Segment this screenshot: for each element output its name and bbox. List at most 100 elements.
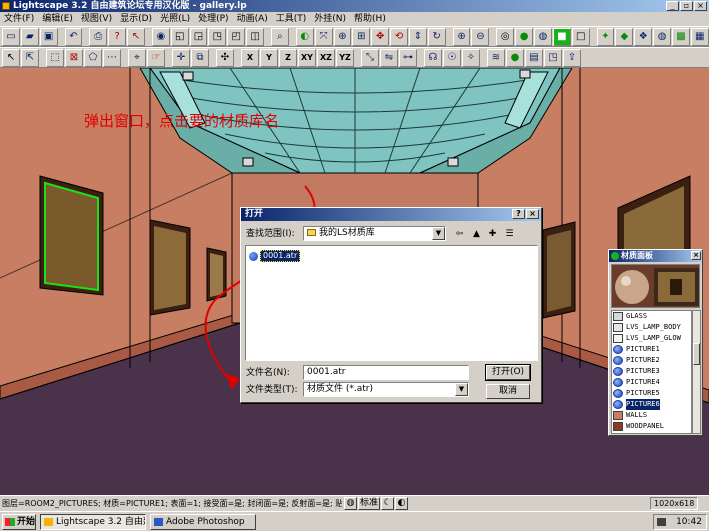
select-fence-icon[interactable]: ⋯	[103, 48, 121, 67]
task-photoshop[interactable]: Adobe Photoshop	[150, 514, 256, 530]
view-cube-left-icon[interactable]: ◳	[208, 27, 227, 46]
material-list-item[interactable]: GLASS	[612, 311, 691, 322]
cancel-button[interactable]: 取消	[486, 384, 530, 399]
material-list[interactable]: GLASS LVS_LAMP_BODY LVS_LAMP_GLOW PICTURE1 P…	[611, 310, 692, 434]
new-folder-icon[interactable]: ✚	[486, 228, 499, 241]
view-cube-top-icon[interactable]: ◫	[246, 27, 265, 46]
moon-icon[interactable]: ☾	[381, 497, 395, 510]
select-plus-icon[interactable]: ⇱	[21, 48, 39, 67]
zoom-out-icon[interactable]: ⊖	[471, 27, 490, 46]
zoom-in-icon[interactable]: ⊕	[452, 27, 471, 46]
help-icon[interactable]: ?	[108, 27, 127, 46]
materials-icon[interactable]: ▦	[690, 27, 709, 46]
snap-icon[interactable]: ⌖	[128, 48, 146, 67]
move-icon[interactable]: ✛	[172, 48, 190, 67]
solid-sphere-icon[interactable]: ●	[515, 27, 534, 46]
light-source-icon[interactable]: ✦	[596, 27, 615, 46]
file-item[interactable]: 0001.atr	[249, 250, 301, 262]
lamp-icon[interactable]: ☊	[424, 48, 442, 67]
layers-icon[interactable]: ≋	[487, 48, 505, 67]
up-folder-icon[interactable]: ▲	[470, 228, 483, 241]
wireframe-sphere-icon[interactable]: ◎	[496, 27, 515, 46]
material-list-item[interactable]: PICTURE5	[612, 388, 691, 399]
material-list-item[interactable]: PICTURE4	[612, 377, 691, 388]
menu-help[interactable]: 帮助(H)	[350, 12, 390, 26]
mode-icon[interactable]: ◍	[344, 497, 357, 510]
menu-plugins[interactable]: 外挂(N)	[310, 12, 350, 26]
axis-z-button[interactable]: Z	[279, 48, 297, 67]
globe-icon[interactable]: ◍	[653, 27, 671, 46]
material-panel-close-button[interactable]: ×	[691, 251, 701, 260]
white-cube-icon[interactable]: □	[571, 27, 590, 46]
eye-icon[interactable]: ◐	[295, 27, 314, 46]
zoom-window-icon[interactable]: ⊞	[352, 27, 371, 46]
scale-icon[interactable]: ⤡	[361, 48, 379, 67]
material-list-item[interactable]: PICTURE2	[612, 355, 691, 366]
back-icon[interactable]: ⇦	[453, 228, 466, 241]
plane-xz-button[interactable]: XZ	[317, 48, 335, 67]
camera-icon[interactable]: ◉	[151, 27, 170, 46]
tray-icon[interactable]	[657, 518, 666, 526]
menu-animation[interactable]: 动画(A)	[233, 12, 272, 26]
plane-xy-button[interactable]: XY	[298, 48, 316, 67]
menu-light[interactable]: 光照(L)	[156, 12, 194, 26]
new-file-icon[interactable]: ▭	[2, 27, 20, 46]
undo-icon[interactable]: ↶	[64, 27, 83, 46]
file-list[interactable]: 0001.atr	[245, 245, 538, 361]
select-polygon-icon[interactable]: ⬠	[84, 48, 102, 67]
zoom-icon[interactable]: ⊕	[333, 27, 352, 46]
close-button[interactable]: ×	[694, 1, 707, 11]
material-list-item[interactable]: LVS_LAMP_GLOW	[612, 333, 691, 344]
copy-icon[interactable]: ⧉	[191, 48, 209, 67]
select-window-icon[interactable]: ⬚	[46, 48, 64, 67]
save-icon[interactable]: ▣	[39, 27, 58, 46]
chevron-down-icon[interactable]: ▼	[432, 227, 445, 240]
pan-icon[interactable]: ✥	[371, 27, 390, 46]
view-cube-right-icon[interactable]: ◰	[227, 27, 246, 46]
minimize-button[interactable]: _	[666, 1, 679, 11]
shaded-sphere-icon[interactable]: ◍	[534, 27, 552, 46]
spotlight-icon[interactable]: ✧	[462, 48, 480, 67]
material-list-item[interactable]: PICTURE3	[612, 366, 691, 377]
dialog-help-button[interactable]: ?	[512, 209, 525, 219]
align-icon[interactable]: ⊶	[399, 48, 417, 67]
plane-yz-button[interactable]: YZ	[336, 48, 354, 67]
orbit-icon[interactable]: ⟲	[390, 27, 408, 46]
camera-views-icon[interactable]: ◳	[544, 48, 562, 67]
axis-x-button[interactable]: X	[241, 48, 259, 67]
export-icon[interactable]: ⇪	[563, 48, 581, 67]
material-list-item[interactable]: PICTURE1	[612, 344, 691, 355]
restore-button[interactable]: ▫	[680, 1, 693, 11]
lookin-dropdown[interactable]: 我的LS材质库 ▼	[303, 226, 446, 241]
walk-icon[interactable]: ⤧	[314, 27, 333, 46]
menu-display[interactable]: 显示(D)	[116, 12, 156, 26]
zoom-extents-icon[interactable]: ⌕	[270, 27, 289, 46]
material-list-item[interactable]: LVS_LAMP_BODY	[612, 322, 691, 333]
print-icon[interactable]: ⎙	[89, 27, 108, 46]
material-list-scrollbar[interactable]	[692, 310, 701, 434]
material-list-item[interactable]: WALLS	[612, 410, 691, 421]
filetype-dropdown[interactable]: 材质文件 (*.atr) ▼	[303, 382, 469, 397]
open-file-icon[interactable]: ▰	[20, 27, 39, 46]
material-ball-icon[interactable]: ●	[506, 48, 524, 67]
menu-file[interactable]: 文件(F)	[0, 12, 38, 26]
menu-tools[interactable]: 工具(T)	[272, 12, 311, 26]
menu-edit[interactable]: 编辑(E)	[38, 12, 77, 26]
task-lightscape[interactable]: Lightscape 3.2 自由建...	[40, 514, 146, 530]
blocks-icon[interactable]: ▤	[525, 48, 543, 67]
green-cube-icon[interactable]: ■	[552, 27, 571, 46]
view-cube-back-icon[interactable]: ◲	[189, 27, 208, 46]
axis-y-button[interactable]: Y	[260, 48, 278, 67]
render-icon[interactable]: ▩	[671, 27, 690, 46]
chevron-down-icon[interactable]: ▼	[455, 383, 468, 396]
toggle-icon[interactable]: ◐	[395, 497, 409, 510]
select-crossing-icon[interactable]: ⊠	[65, 48, 83, 67]
material-list-item[interactable]: WOODPANEL	[612, 421, 691, 432]
filename-input[interactable]: 0001.atr	[303, 365, 469, 380]
context-help-icon[interactable]: ↖	[127, 27, 145, 46]
mirror-icon[interactable]: ⇋	[380, 48, 398, 67]
dolly-icon[interactable]: ⇕	[408, 27, 427, 46]
light-bulb-icon[interactable]: ☉	[443, 48, 461, 67]
process-icon[interactable]: ◆	[615, 27, 634, 46]
open-button[interactable]: 打开(O)	[485, 364, 531, 381]
